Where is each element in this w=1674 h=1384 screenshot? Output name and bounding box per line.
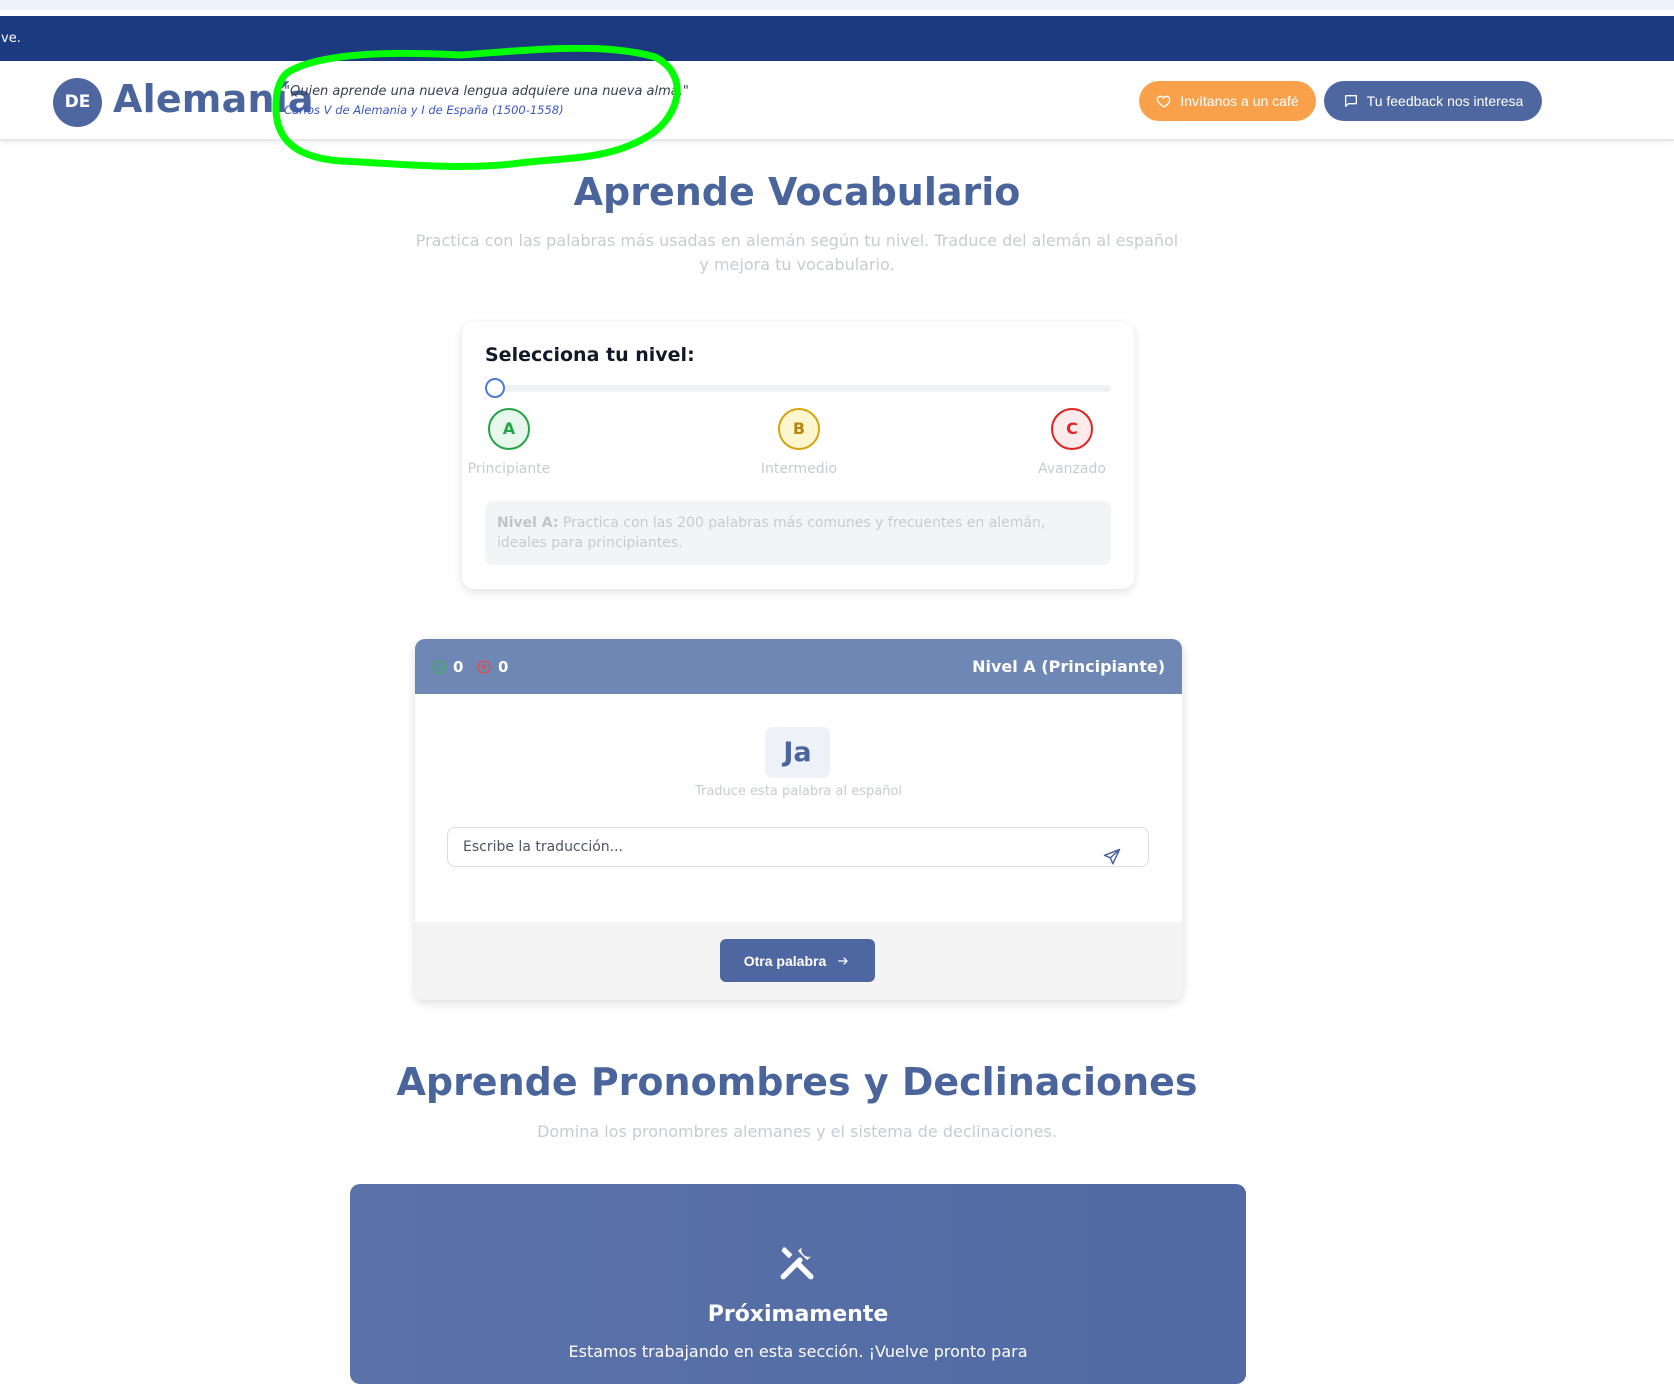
coming-soon-text: Estamos trabajando en esta sección. ¡Vue… xyxy=(568,1342,1028,1361)
send-icon[interactable] xyxy=(1102,847,1122,867)
next-word-label: Otra palabra xyxy=(743,952,827,969)
coffee-button[interactable]: Invítanos a un café xyxy=(1139,81,1316,121)
top-banner: ve. xyxy=(0,16,1674,61)
wrong-score: 0 xyxy=(476,658,508,676)
next-word-button[interactable]: Otra palabra xyxy=(720,939,875,982)
level-slider-track[interactable] xyxy=(485,385,1111,392)
level-a-circle: A xyxy=(488,408,530,450)
level-b-label: Intermedio xyxy=(760,461,838,477)
level-c-circle: C xyxy=(1051,408,1093,450)
level-selector-title: Selecciona tu nivel: xyxy=(485,344,695,366)
check-circle-icon xyxy=(432,660,446,674)
level-selector-card: Selecciona tu nivel: A Principiante B In… xyxy=(462,322,1134,589)
pronouns-subtitle: Domina los pronombres alemanes y el sist… xyxy=(537,1122,1057,1141)
banner-text: ve. xyxy=(1,31,21,46)
correct-score: 0 xyxy=(431,658,463,676)
logo-badge[interactable]: DE xyxy=(53,78,102,127)
green-highlight-annotation xyxy=(272,45,681,170)
vocab-subtitle-line1: Practica con las palabras más usadas en … xyxy=(415,231,1179,250)
pronouns-title: Aprende Pronombres y Declinaciones xyxy=(396,1060,1198,1104)
level-option-b[interactable]: B Intermedio xyxy=(744,408,854,477)
x-circle-icon xyxy=(477,660,491,674)
level-option-c[interactable]: C Avanzado xyxy=(1017,408,1127,477)
level-description-prefix: Nivel A: xyxy=(497,515,559,531)
quiz-hint: Traduce esta palabra al español xyxy=(694,784,903,799)
tools-icon xyxy=(780,1247,814,1280)
message-icon xyxy=(1344,95,1357,107)
level-a-label: Principiante xyxy=(467,461,551,477)
vocab-title: Aprende Vocabulario xyxy=(573,170,1021,214)
coming-soon-card: Próximamente Estamos trabajando en esta … xyxy=(350,1184,1246,1384)
browser-top-strip xyxy=(0,0,1674,10)
vocab-subtitle-line2: y mejora tu vocabulario. xyxy=(699,255,895,274)
level-description: Nivel A: Practica con las 200 palabras m… xyxy=(485,501,1111,565)
correct-count: 0 xyxy=(453,658,464,676)
coming-soon-title: Próximamente xyxy=(707,1302,889,1327)
level-option-a[interactable]: A Principiante xyxy=(454,408,564,477)
quiz-footer: Otra palabra xyxy=(415,922,1182,1000)
level-slider-thumb[interactable] xyxy=(485,378,505,398)
level-description-text: Practica con las 200 palabras más comune… xyxy=(497,515,1046,551)
coffee-button-label: Invítanos a un café xyxy=(1180,93,1299,109)
vocab-quiz-card: 0 0 Nivel A (Principiante) Ja Traduce es… xyxy=(415,639,1182,1000)
level-c-label: Avanzado xyxy=(1038,461,1106,477)
quiz-level-label: Nivel A (Principiante) xyxy=(972,657,1165,676)
quiz-header: 0 0 Nivel A (Principiante) xyxy=(415,639,1182,694)
level-b-circle: B xyxy=(778,408,820,450)
quiz-word: Ja xyxy=(765,727,830,778)
translation-input[interactable] xyxy=(447,827,1149,867)
feedback-button[interactable]: Tu feedback nos interesa xyxy=(1324,81,1542,121)
wrong-count: 0 xyxy=(498,658,509,676)
heart-icon xyxy=(1157,95,1171,108)
feedback-button-label: Tu feedback nos interesa xyxy=(1366,93,1524,109)
arrow-right-icon xyxy=(838,956,849,965)
